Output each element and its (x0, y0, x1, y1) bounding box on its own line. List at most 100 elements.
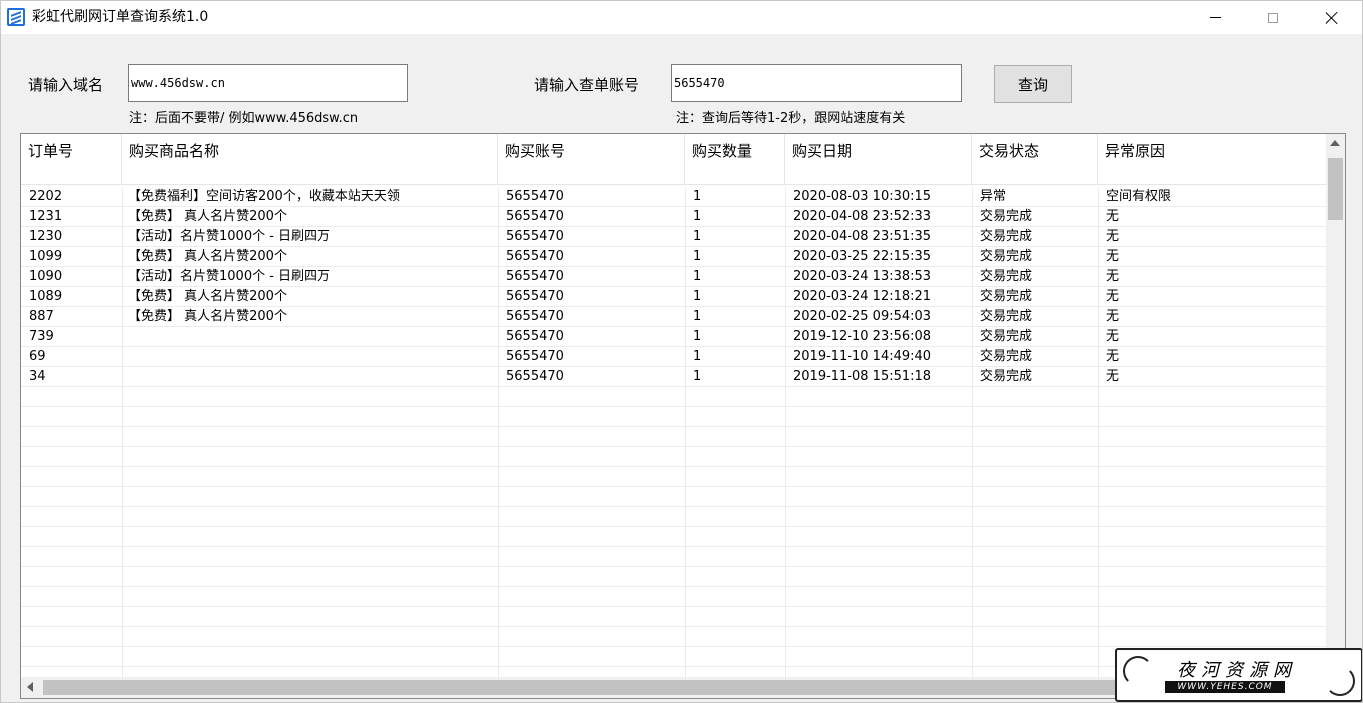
table-row[interactable]: 1231 【免费】 真人名片赞200个 5655470 1 2020-04-08 23:… (21, 207, 1327, 227)
table-row[interactable] (21, 587, 1327, 607)
column-divider (498, 187, 499, 679)
cell-date: 2020-04-08 23:52:33 (793, 209, 932, 224)
cell-product-name: 【免费】 真人名片赞200个 (128, 249, 287, 264)
cell-date: 2019-11-10 14:49:40 (793, 349, 932, 364)
cell-quantity: 1 (693, 349, 702, 364)
title-bar[interactable]: 彩虹代刷网订单查询系统1.0 (1, 1, 1362, 34)
cell-account: 5655470 (506, 229, 564, 244)
cell-product-name: 【免费】 真人名片赞200个 (128, 209, 287, 224)
close-button[interactable] (1303, 1, 1361, 34)
cell-account: 5655470 (506, 209, 564, 224)
cell-product-name (122, 367, 498, 386)
table-row[interactable] (21, 547, 1327, 567)
vertical-scroll-thumb[interactable] (1328, 158, 1343, 220)
cell-reason: 无 (1106, 349, 1120, 364)
cell-order-id: 887 (29, 309, 54, 324)
table-row[interactable] (21, 407, 1327, 427)
table-row[interactable] (21, 427, 1327, 447)
cell-date: 2019-11-08 15:51:18 (793, 369, 932, 384)
cell-order-id: 1230 (29, 229, 63, 244)
cell-reason: 无 (1106, 209, 1120, 224)
column-header-account[interactable]: 购买账号 (498, 134, 685, 184)
cell-status: 交易完成 (980, 269, 1033, 284)
maximize-button[interactable] (1244, 1, 1302, 34)
cell-reason: 无 (1106, 249, 1120, 264)
cell-status: 交易完成 (980, 309, 1033, 324)
domain-input[interactable] (128, 64, 408, 102)
minimize-button[interactable] (1186, 1, 1244, 34)
cell-order-id: 739 (29, 329, 54, 344)
cell-status: 交易完成 (980, 209, 1033, 224)
window-title: 彩虹代刷网订单查询系统1.0 (32, 9, 209, 25)
cell-product-name: 【免费】 真人名片赞200个 (128, 289, 287, 304)
watermark-url: WWW.YEHES.COM (1165, 681, 1285, 693)
cell-quantity: 1 (693, 249, 702, 264)
cell-account: 5655470 (506, 309, 564, 324)
cell-product-name (122, 347, 498, 366)
column-divider (1098, 187, 1099, 679)
cell-product-name (122, 327, 498, 346)
cell-date: 2020-03-24 12:18:21 (793, 289, 932, 304)
column-header-product-name[interactable]: 购买商品名称 (122, 134, 498, 184)
column-header-reason[interactable]: 异常原因 (1098, 134, 1327, 184)
query-button[interactable]: 查询 (994, 65, 1072, 103)
table-row[interactable]: 887 【免费】 真人名片赞200个 5655470 1 2020-02-25 09:5… (21, 307, 1327, 327)
cell-account: 5655470 (506, 289, 564, 304)
cell-product-name: 【活动】名片赞1000个 - 日刷四万 (128, 229, 331, 244)
table-row[interactable]: 2202 【免费福利】空间访客200个，收藏本站天天领 5655470 1 2020-0… (21, 187, 1327, 207)
cell-date: 2020-08-03 10:30:15 (793, 189, 932, 204)
table-body: 2202 【免费福利】空间访客200个，收藏本站天天领 5655470 1 2020-0… (21, 187, 1327, 677)
table-row[interactable]: 1099 【免费】 真人名片赞200个 5655470 1 2020-03-25 22:… (21, 247, 1327, 267)
table-row[interactable] (21, 627, 1327, 647)
column-divider (972, 187, 973, 679)
cell-order-id: 2202 (29, 189, 63, 204)
cell-product-name: 【免费福利】空间访客200个，收藏本站天天领 (128, 189, 400, 204)
table-row[interactable]: 69 5655470 1 2019-11-10 14:49:40 交易完成 无 (21, 347, 1327, 367)
account-input[interactable] (671, 64, 962, 102)
ornament-icon (1123, 656, 1153, 686)
header-divider (21, 184, 1327, 185)
account-note: 注：查询后等待1-2秒，跟网站速度有关 (676, 111, 906, 126)
column-header-quantity[interactable]: 购买数量 (685, 134, 785, 184)
table-row[interactable]: 1230 【活动】名片赞1000个 - 日刷四万 5655470 1 2020-04-0… (21, 227, 1327, 247)
cell-reason: 无 (1106, 289, 1120, 304)
scroll-left-icon[interactable] (27, 682, 33, 692)
cell-order-id: 1099 (29, 249, 63, 264)
scroll-up-icon[interactable] (1330, 140, 1340, 146)
column-header-date[interactable]: 购买日期 (785, 134, 972, 184)
table-row[interactable]: 34 5655470 1 2019-11-08 15:51:18 交易完成 无 (21, 367, 1327, 387)
table-row[interactable] (21, 507, 1327, 527)
cell-status: 交易完成 (980, 369, 1033, 384)
vertical-scrollbar[interactable] (1326, 134, 1345, 677)
cell-product-name: 【活动】名片赞1000个 - 日刷四万 (128, 269, 331, 284)
table-row[interactable] (21, 447, 1327, 467)
cell-quantity: 1 (693, 269, 702, 284)
table-row[interactable] (21, 487, 1327, 507)
cell-date: 2019-12-10 23:56:08 (793, 329, 932, 344)
orders-table[interactable]: 订单号 购买商品名称 购买账号 购买数量 购买日期 交易状态 异常原因 2202 【免费福利】… (20, 133, 1346, 699)
cell-quantity: 1 (693, 209, 702, 224)
cell-order-id: 69 (29, 349, 46, 364)
table-row[interactable] (21, 567, 1327, 587)
cell-date: 2020-03-24 13:38:53 (793, 269, 932, 284)
column-header-order-id[interactable]: 订单号 (21, 134, 122, 184)
table-row[interactable] (21, 467, 1327, 487)
table-row[interactable] (21, 387, 1327, 407)
cell-date: 2020-04-08 23:51:35 (793, 229, 932, 244)
ornament-icon (1325, 666, 1355, 696)
table-row[interactable] (21, 527, 1327, 547)
cell-quantity: 1 (693, 369, 702, 384)
table-row[interactable]: 739 5655470 1 2019-12-10 23:56:08 交易完成 无 (21, 327, 1327, 347)
cell-account: 5655470 (506, 329, 564, 344)
cell-status: 交易完成 (980, 289, 1033, 304)
table-row[interactable] (21, 607, 1327, 627)
column-header-status[interactable]: 交易状态 (972, 134, 1098, 184)
domain-label: 请输入域名 (28, 76, 104, 94)
cell-reason: 无 (1106, 309, 1120, 324)
table-row[interactable]: 1089 【免费】 真人名片赞200个 5655470 1 2020-03-24 12:… (21, 287, 1327, 307)
cell-status: 交易完成 (980, 349, 1033, 364)
watermark-title: 夜河资源网 (1177, 660, 1297, 681)
column-divider (122, 187, 123, 679)
cell-reason: 无 (1106, 369, 1120, 384)
table-row[interactable]: 1090 【活动】名片赞1000个 - 日刷四万 5655470 1 2020-03-2… (21, 267, 1327, 287)
